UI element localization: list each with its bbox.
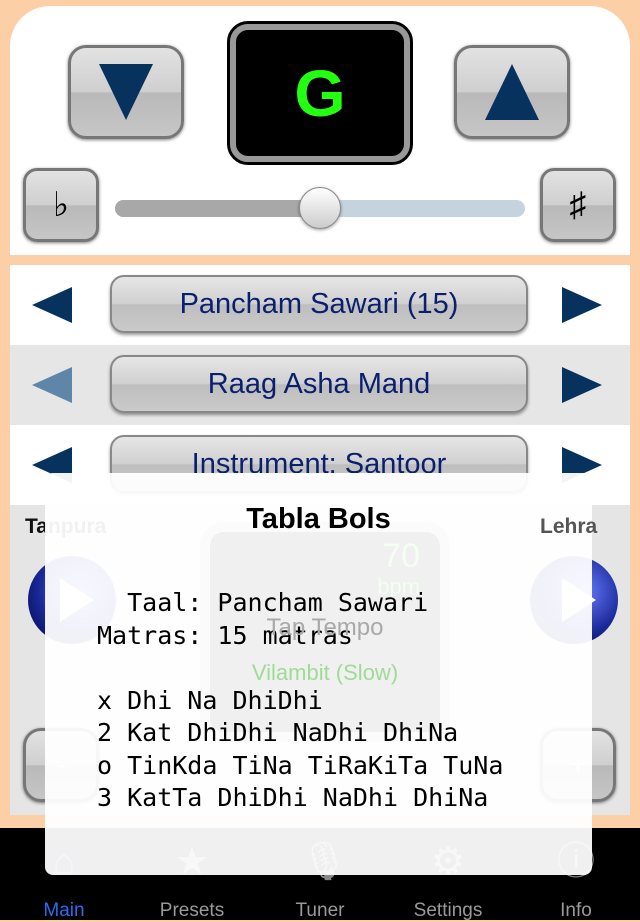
lehra-label: Lehra	[540, 515, 598, 538]
slider-thumb[interactable]	[299, 187, 341, 229]
raag-row: Raag Asha Mand	[10, 345, 630, 425]
tap-tempo-label: Tap Tempo	[266, 614, 384, 641]
raag-button[interactable]: Raag Asha Mand	[110, 355, 528, 413]
taal-button[interactable]: Pancham Sawari (15)	[110, 275, 528, 333]
next-raag-icon[interactable]	[562, 367, 602, 403]
flat-button[interactable]: ♭	[23, 168, 99, 242]
prev-raag-icon[interactable]	[32, 367, 72, 403]
prev-taal-icon[interactable]	[32, 287, 72, 323]
sharp-button[interactable]: ♯	[540, 168, 616, 242]
bol-line: x Dhi Na DhiDhi	[97, 685, 323, 715]
slider-fill	[115, 200, 320, 217]
pitch-down-button[interactable]	[68, 45, 184, 139]
bol-line: 2 Kat DhiDhi NaDhi DhiNa	[97, 718, 459, 747]
popup-title: Tabla Bols	[246, 503, 391, 535]
up-arrow-icon	[485, 64, 539, 120]
pitch-up-button[interactable]	[454, 45, 570, 139]
next-taal-icon[interactable]	[562, 287, 602, 323]
taal-row: Pancham Sawari (15)	[10, 265, 630, 345]
tempo-name: Vilambit (Slow)	[251, 660, 399, 685]
bol-line: o TinKda TiNa TiRaKiTa TuNa	[97, 750, 504, 780]
note-display: G	[227, 21, 413, 165]
bol-line: 3 KatTa DhiDhi NaDhi DhiNa	[97, 783, 489, 812]
down-arrow-icon	[99, 64, 153, 120]
